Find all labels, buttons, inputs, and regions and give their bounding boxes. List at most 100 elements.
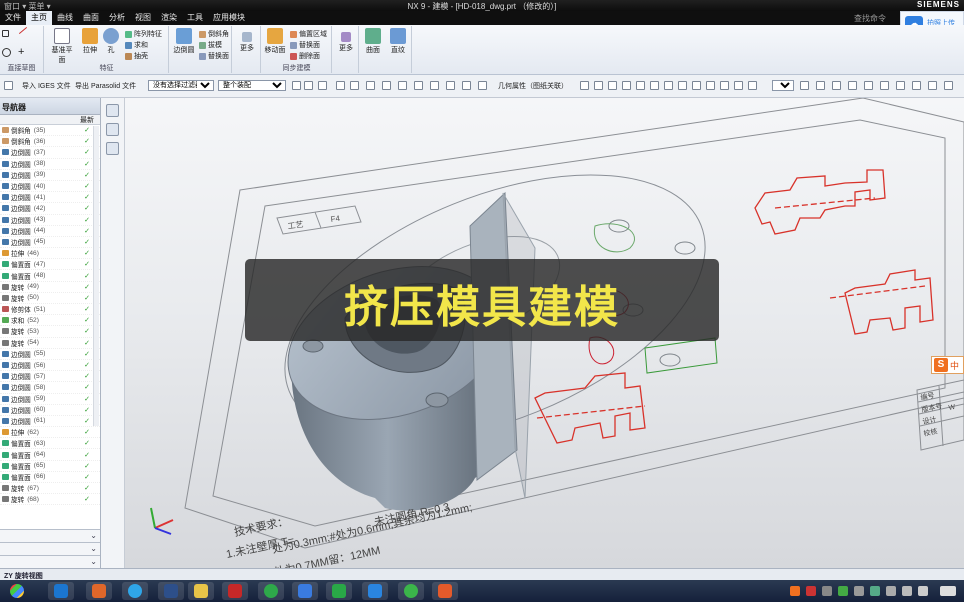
- navigator-feature-row[interactable]: 偏置面 (65) ✓: [0, 461, 100, 472]
- draft-button[interactable]: 拔模: [199, 40, 222, 50]
- view-icon-5[interactable]: [864, 81, 873, 90]
- snap-icon-6[interactable]: [366, 81, 375, 90]
- navigator-feature-row[interactable]: 旋转 (54) ✓: [0, 338, 100, 349]
- view-icon-8[interactable]: [912, 81, 921, 90]
- hole-button[interactable]: 孔: [101, 28, 121, 55]
- assembly-navigator-icon[interactable]: [106, 104, 119, 117]
- constraint-navigator-icon[interactable]: [106, 123, 119, 136]
- navigator-feature-row[interactable]: 边倒圆 (41) ✓: [0, 192, 100, 204]
- part-navigator-icon[interactable]: [106, 142, 119, 155]
- ruled-button[interactable]: 直纹: [385, 28, 411, 55]
- snap-icon-5[interactable]: [350, 81, 359, 90]
- navigator-feature-row[interactable]: 边倒圆 (59) ✓: [0, 394, 100, 405]
- view-icon-2[interactable]: [816, 81, 825, 90]
- start-button[interactable]: [4, 582, 30, 600]
- volume-tray-icon[interactable]: [902, 586, 912, 596]
- line-tool[interactable]: [18, 26, 28, 35]
- menu-application[interactable]: 应用模块: [208, 11, 250, 25]
- snap-icon-4[interactable]: [336, 81, 345, 90]
- view-icon-9[interactable]: [928, 81, 937, 90]
- details-panel[interactable]: ⌄: [0, 542, 100, 555]
- menu-curve[interactable]: 曲线: [52, 11, 78, 25]
- taskbar-app-editor[interactable]: [292, 582, 318, 600]
- circle-tool[interactable]: [2, 48, 11, 57]
- navigator-feature-row[interactable]: 旋转 (67) ✓: [0, 483, 100, 495]
- navigator-feature-row[interactable]: 边倒圆 (39) ✓: [0, 170, 100, 181]
- snap-point-icon-13[interactable]: [748, 81, 757, 90]
- navigator-feature-row[interactable]: 偏置面 (66) ✓: [0, 472, 100, 483]
- view-icon-7[interactable]: [896, 81, 905, 90]
- ime-toolbar[interactable]: S 中: [931, 356, 964, 374]
- snap-point-icon-12[interactable]: [734, 81, 743, 90]
- navigator-feature-row[interactable]: 边倒圆 (60) ✓: [0, 405, 100, 416]
- snap-icon-8[interactable]: [398, 81, 407, 90]
- taskbar-app-media[interactable]: [86, 582, 112, 600]
- rectangle-tool[interactable]: [2, 30, 9, 37]
- selection-filter-select[interactable]: 没有选择过滤器: [148, 80, 214, 91]
- snap-icon-7[interactable]: [382, 81, 391, 90]
- chamfer-button[interactable]: 倒斜角: [199, 29, 229, 39]
- antivirus-tray-icon[interactable]: [806, 586, 816, 596]
- network-tray-icon[interactable]: [822, 586, 832, 596]
- navigator-feature-row[interactable]: 拉伸 (62) ✓: [0, 427, 100, 439]
- snap-point-icon-9[interactable]: [692, 81, 701, 90]
- snap-icon-11[interactable]: [446, 81, 455, 90]
- point-tool[interactable]: +: [18, 46, 24, 58]
- snap-point-icon-4[interactable]: [622, 81, 631, 90]
- snap-icon-12[interactable]: [462, 81, 471, 90]
- view-icon-10[interactable]: [944, 81, 953, 90]
- snap-point-icon-6[interactable]: [650, 81, 659, 90]
- taskbar-app-wechat[interactable]: [398, 582, 424, 600]
- wechat-tray-icon[interactable]: [838, 586, 848, 596]
- navigator-feature-row[interactable]: 拉伸 (46) ✓: [0, 248, 100, 260]
- menu-file[interactable]: 文件: [0, 11, 26, 25]
- snap-point-icon-7[interactable]: [664, 81, 673, 90]
- edge-blend-button[interactable]: 边倒圆: [171, 28, 197, 55]
- taskbar-app-pdf[interactable]: [222, 582, 248, 600]
- navigator-feature-row[interactable]: 边倒圆 (44) ✓: [0, 226, 100, 237]
- replace-face-button[interactable]: 替换面: [199, 51, 229, 61]
- menu-icon[interactable]: [4, 81, 13, 90]
- taskbar-app-nx[interactable]: [48, 582, 74, 600]
- navigator-feature-row[interactable]: 边倒圆 (58) ✓: [0, 382, 100, 394]
- navigator-column-latest[interactable]: 最新: [0, 115, 100, 125]
- snap-icon-2[interactable]: [304, 81, 313, 90]
- navigator-feature-row[interactable]: 旋转 (68) ✓: [0, 494, 100, 506]
- navigator-feature-row[interactable]: 偏置面 (63) ✓: [0, 438, 100, 450]
- sync-replace-face-button[interactable]: 替换面: [290, 40, 320, 50]
- snap-icon-13[interactable]: [478, 81, 487, 90]
- menu-analysis[interactable]: 分析: [104, 11, 130, 25]
- snap-icon-3[interactable]: [318, 81, 327, 90]
- pattern-feature-button[interactable]: 阵列特征: [125, 29, 162, 39]
- display-tray-icon[interactable]: [854, 586, 864, 596]
- taskbar-app-explorer[interactable]: [188, 582, 214, 600]
- datum-plane-button[interactable]: 基准平面: [49, 28, 75, 65]
- navigator-feature-row[interactable]: 偏置面 (48) ✓: [0, 270, 100, 282]
- navigator-feature-row[interactable]: 边倒圆 (42) ✓: [0, 203, 100, 215]
- battery-tray-icon[interactable]: [918, 586, 928, 596]
- navigator-feature-row[interactable]: 倒斜角 (35) ✓: [0, 125, 100, 137]
- taskbar-app-360[interactable]: [258, 582, 284, 600]
- extrude-button[interactable]: 拉伸: [77, 28, 103, 55]
- navigator-feature-row[interactable]: 边倒圆 (43) ✓: [0, 215, 100, 226]
- geometry-property-label[interactable]: 几何属性（图纸关联）: [498, 81, 568, 91]
- command-search-input[interactable]: 查找命令: [854, 13, 886, 24]
- navigator-feature-row[interactable]: 边倒圆 (55) ✓: [0, 349, 100, 360]
- snap-point-icon-3[interactable]: [608, 81, 617, 90]
- snap-point-icon-1[interactable]: [580, 81, 589, 90]
- keyboard-tray-icon[interactable]: [886, 586, 896, 596]
- taskbar-app-camtasia[interactable]: [326, 582, 352, 600]
- more-button-2[interactable]: 更多: [333, 28, 359, 53]
- view-icon-6[interactable]: [880, 81, 889, 90]
- move-face-button[interactable]: 移动面: [262, 28, 288, 55]
- snap-icon-10[interactable]: [430, 81, 439, 90]
- more-button-1[interactable]: 更多: [234, 28, 260, 53]
- navigator-feature-row[interactable]: 边倒圆 (57) ✓: [0, 371, 100, 383]
- snap-point-icon-2[interactable]: [594, 81, 603, 90]
- ime-tray-icon[interactable]: [790, 586, 800, 596]
- shell-button[interactable]: 抽壳: [125, 51, 148, 61]
- menu-view[interactable]: 视图: [130, 11, 156, 25]
- navigator-feature-row[interactable]: 旋转 (49) ✓: [0, 282, 100, 293]
- navigator-feature-row[interactable]: 边倒圆 (45) ✓: [0, 237, 100, 249]
- navigator-feature-row[interactable]: 修剪体 (51) ✓: [0, 304, 100, 316]
